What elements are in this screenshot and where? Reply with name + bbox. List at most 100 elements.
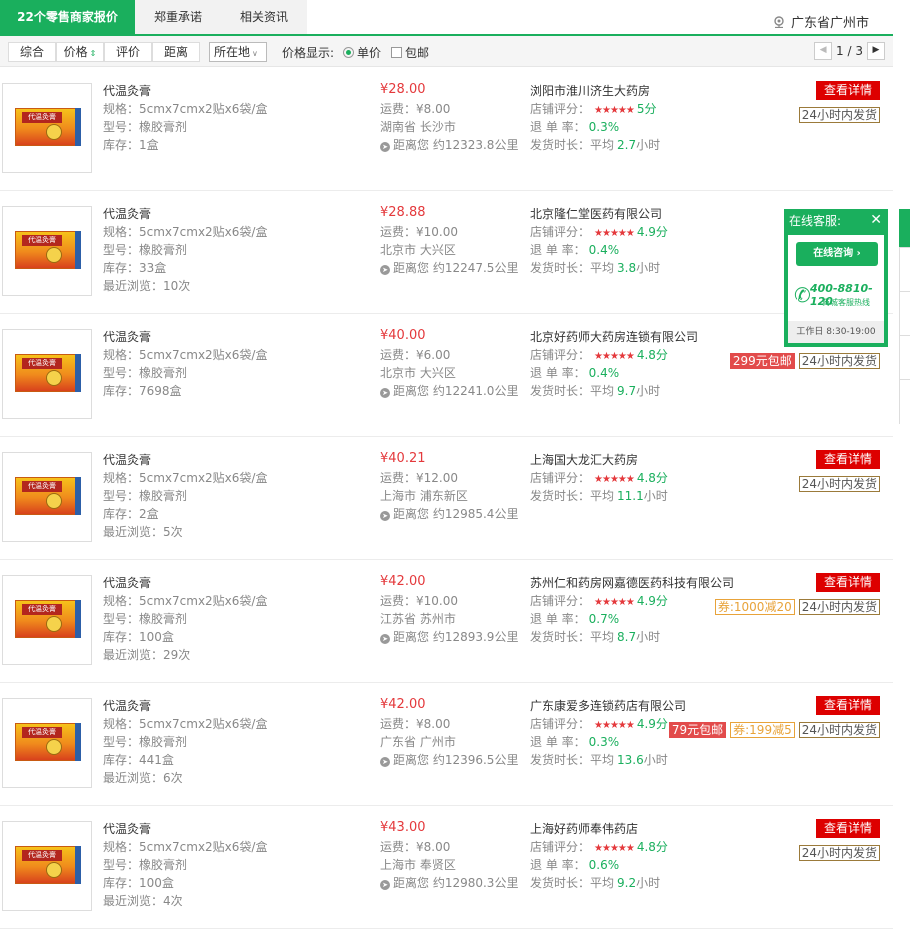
sort-all-button[interactable]: 综合 — [8, 42, 56, 62]
tab-retail-quotes[interactable]: 22个零售商家报价 — [0, 0, 135, 34]
unit-price-radio[interactable]: 单价 — [343, 44, 381, 61]
offer-row: 代温灸膏 代温灸膏 规格：5cmx7cmx2贴x6袋/盒 型号：橡胶膏剂 库存：33盒最… — [0, 191, 893, 314]
side-toolbar-item[interactable] — [899, 291, 910, 336]
store-name[interactable]: 上海国大龙汇大药房 — [530, 451, 638, 468]
online-consult-button[interactable]: 在线咨询 › — [796, 242, 878, 266]
product-spec: 规格：5cmx7cmx2贴x6袋/盒 — [103, 102, 268, 116]
store-name[interactable]: 浏阳市淮川济生大药房 — [530, 82, 650, 99]
product-box-image: 代温灸膏 — [15, 354, 81, 392]
box-emblem — [46, 739, 62, 755]
product-stock: 库存：1盒 — [103, 138, 159, 152]
box-emblem — [46, 370, 62, 386]
box-label: 代温灸膏 — [22, 358, 62, 369]
store-rating: 店铺评分： ★★★★★ 4.9分 — [530, 715, 668, 732]
distance-text: 距离您 约12893.9公里 — [393, 630, 519, 644]
product-name[interactable]: 代温灸膏 — [103, 820, 151, 837]
side-toolbar-item[interactable] — [899, 335, 910, 380]
side-toolbar-item[interactable] — [899, 247, 910, 292]
product-name[interactable]: 代温灸膏 — [103, 451, 151, 468]
product-spec: 规格：5cmx7cmx2贴x6袋/盒 — [103, 471, 268, 485]
rating-label: 店铺评分： — [530, 717, 591, 731]
product-box-image: 代温灸膏 — [15, 477, 81, 515]
product-thumbnail[interactable]: 代温灸膏 — [2, 575, 92, 665]
ship-label: 发货时长： — [530, 753, 591, 767]
tab-news[interactable]: 相关资讯 — [221, 0, 307, 34]
next-page-button[interactable]: ▶ — [867, 42, 885, 60]
distance-icon: ➤ — [380, 142, 390, 152]
ship-unit: 小时 — [636, 876, 661, 890]
product-name[interactable]: 代温灸膏 — [103, 82, 151, 99]
ship-value: 8.7 — [617, 630, 637, 644]
product-thumbnail[interactable]: 代温灸膏 — [2, 206, 92, 296]
ship-24h-badge: 24小时内发货 — [798, 845, 880, 861]
view-details-button[interactable]: 查看详情 — [816, 450, 880, 469]
store-rating: 店铺评分： ★★★★★ 4.8分 — [530, 346, 668, 363]
ship-label: 发货时长： — [530, 261, 591, 275]
product-stock: 库存：100盒 — [103, 630, 174, 644]
product-name[interactable]: 代温灸膏 — [103, 697, 151, 714]
box-emblem — [46, 862, 62, 878]
service-tags: 24小时内发货 — [795, 476, 880, 492]
rating-label: 店铺评分： — [530, 594, 591, 608]
ship-value: 9.7 — [617, 384, 637, 398]
product-thumbnail[interactable]: 代温灸膏 — [2, 698, 92, 788]
view-details-button[interactable]: 查看详情 — [816, 81, 880, 100]
store-rating: 店铺评分： ★★★★★ 5分 — [530, 100, 656, 117]
refund-value: 0.3% — [588, 120, 620, 134]
rating-stars-icon: ★★★★★ — [594, 597, 635, 608]
store-rating: 店铺评分： ★★★★★ 4.8分 — [530, 469, 668, 486]
store-name[interactable]: 北京好药师大药房连锁有限公司 — [530, 328, 698, 345]
region-select[interactable]: 所在地 ∨ — [209, 42, 267, 62]
distance: ➤ 距离您 约12980.3公里 — [380, 874, 518, 891]
distance-text: 距离您 约12396.5公里 — [393, 753, 519, 767]
ship-label: 发货时长： — [530, 630, 591, 644]
product-spec: 规格：5cmx7cmx2贴x6袋/盒 — [103, 225, 268, 239]
product-thumbnail[interactable]: 代温灸膏 — [2, 821, 92, 911]
store-name[interactable]: 上海好药师奉伟药店 — [530, 820, 638, 837]
view-details-button[interactable]: 查看详情 — [816, 696, 880, 715]
product-name[interactable]: 代温灸膏 — [103, 574, 151, 591]
recent-views: 最近浏览：4次 — [103, 894, 183, 908]
free-shipping-checkbox[interactable]: 包邮 — [391, 44, 429, 61]
side-toolbar-item[interactable] — [899, 379, 910, 424]
shipping-fee: 运费：¥8.00 — [380, 717, 451, 731]
store-name[interactable]: 苏州仁和药房网嘉德医药科技有限公司 — [530, 574, 734, 591]
product-thumbnail[interactable]: 代温灸膏 — [2, 452, 92, 542]
box-side — [75, 846, 81, 884]
store-name[interactable]: 广东康爱多连锁药店有限公司 — [530, 697, 686, 714]
side-toolbar-tab[interactable] — [899, 209, 910, 247]
location-selector[interactable]: 广东省广州市 — [773, 12, 869, 31]
product-name[interactable]: 代温灸膏 — [103, 328, 151, 345]
product-price: ¥40.00 — [380, 328, 426, 343]
distance: ➤ 距离您 约12241.0公里 — [380, 382, 518, 399]
ship-time: 发货时长：平均 13.6小时 — [530, 751, 668, 768]
tab-promise[interactable]: 郑重承诺 — [135, 0, 221, 34]
product-name[interactable]: 代温灸膏 — [103, 205, 151, 222]
refund-rate: 退 单 率： 0.7% — [530, 610, 619, 627]
prev-page-button[interactable]: ◀ — [814, 42, 833, 60]
product-thumbnail[interactable]: 代温灸膏 — [2, 83, 92, 173]
product-model: 型号：橡胶膏剂 — [103, 489, 188, 503]
sort-review-button[interactable]: 评价 — [104, 42, 152, 62]
product-spec: 规格：5cmx7cmx2贴x6袋/盒 — [103, 594, 268, 608]
sort-price-button[interactable]: 价格 ⇕ — [56, 42, 104, 62]
refund-label: 退 单 率： — [530, 366, 586, 380]
product-thumbnail[interactable]: 代温灸膏 — [2, 329, 92, 419]
product-stock: 库存：100盒 — [103, 876, 174, 890]
product-price: ¥42.00 — [380, 697, 426, 712]
rating-score: 4.9分 — [636, 594, 668, 608]
close-icon[interactable]: ✕ — [870, 213, 882, 227]
box-label: 代温灸膏 — [22, 235, 62, 246]
box-label: 代温灸膏 — [22, 727, 62, 738]
store-rating: 店铺评分： ★★★★★ 4.9分 — [530, 592, 668, 609]
rating-label: 店铺评分： — [530, 102, 591, 116]
ship-value: 3.8 — [617, 261, 637, 275]
view-details-button[interactable]: 查看详情 — [816, 819, 880, 838]
ship-prefix: 平均 — [590, 630, 615, 644]
store-name[interactable]: 北京隆仁堂医药有限公司 — [530, 205, 662, 222]
product-spec: 规格：5cmx7cmx2贴x6袋/盒 — [103, 348, 268, 362]
ship-unit: 小时 — [636, 261, 661, 275]
offer-row: 代温灸膏 代温灸膏 规格：5cmx7cmx2贴x6袋/盒 型号：橡胶膏剂 库存：100盒… — [0, 560, 893, 683]
view-details-button[interactable]: 查看详情 — [816, 573, 880, 592]
sort-distance-button[interactable]: 距离 — [152, 42, 200, 62]
